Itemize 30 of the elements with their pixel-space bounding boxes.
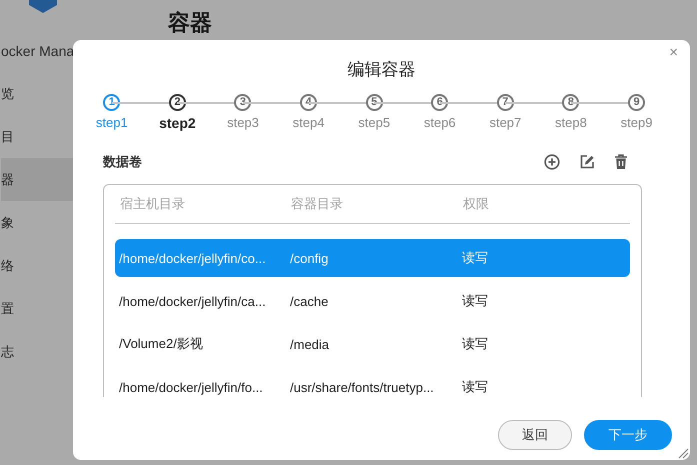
table-cell-text: /home/docker/jellyfin/co... [119,250,267,266]
table-cell-text: /usr/share/fonts/truetyp... [290,380,435,394]
step-label: step7 [489,115,522,130]
table-cell-text: /cache [290,294,330,308]
table-cell-text: /home/docker/jellyfin/ca... [119,294,267,308]
table-cell-text: /media [290,336,330,352]
column-header: 容器目录 [291,195,344,213]
table-cell: 读写 [462,249,488,267]
table-cell-text: /home/docker/jellyfin/fo... [119,380,264,394]
column-header: 权限 [463,195,489,213]
page-title: 容器 [168,9,213,37]
table-cell: 读写 [462,378,488,396]
table-cell: 读写 [462,335,488,353]
step-label: step3 [227,115,259,130]
step-label: step9 [620,115,652,130]
table-cell-text: /Volume2/影视 [119,335,204,353]
section-title: 数据卷 [103,153,142,171]
table-cell: 读写 [462,292,488,310]
step-number: 2 [168,94,186,111]
app-name: ocker Mana [1,43,76,59]
step-label: step2 [159,115,196,131]
step-label: step4 [292,115,324,130]
table-cell-text: /config [290,250,330,266]
step-label: step1 [96,115,128,130]
step-label: step8 [555,115,587,130]
column-header: 宿主机目录 [120,195,186,213]
step-number: 9 [628,94,646,111]
step-label: step6 [424,115,456,130]
dialog-title: 编辑容器 [346,59,416,81]
step-label: step5 [358,115,390,130]
